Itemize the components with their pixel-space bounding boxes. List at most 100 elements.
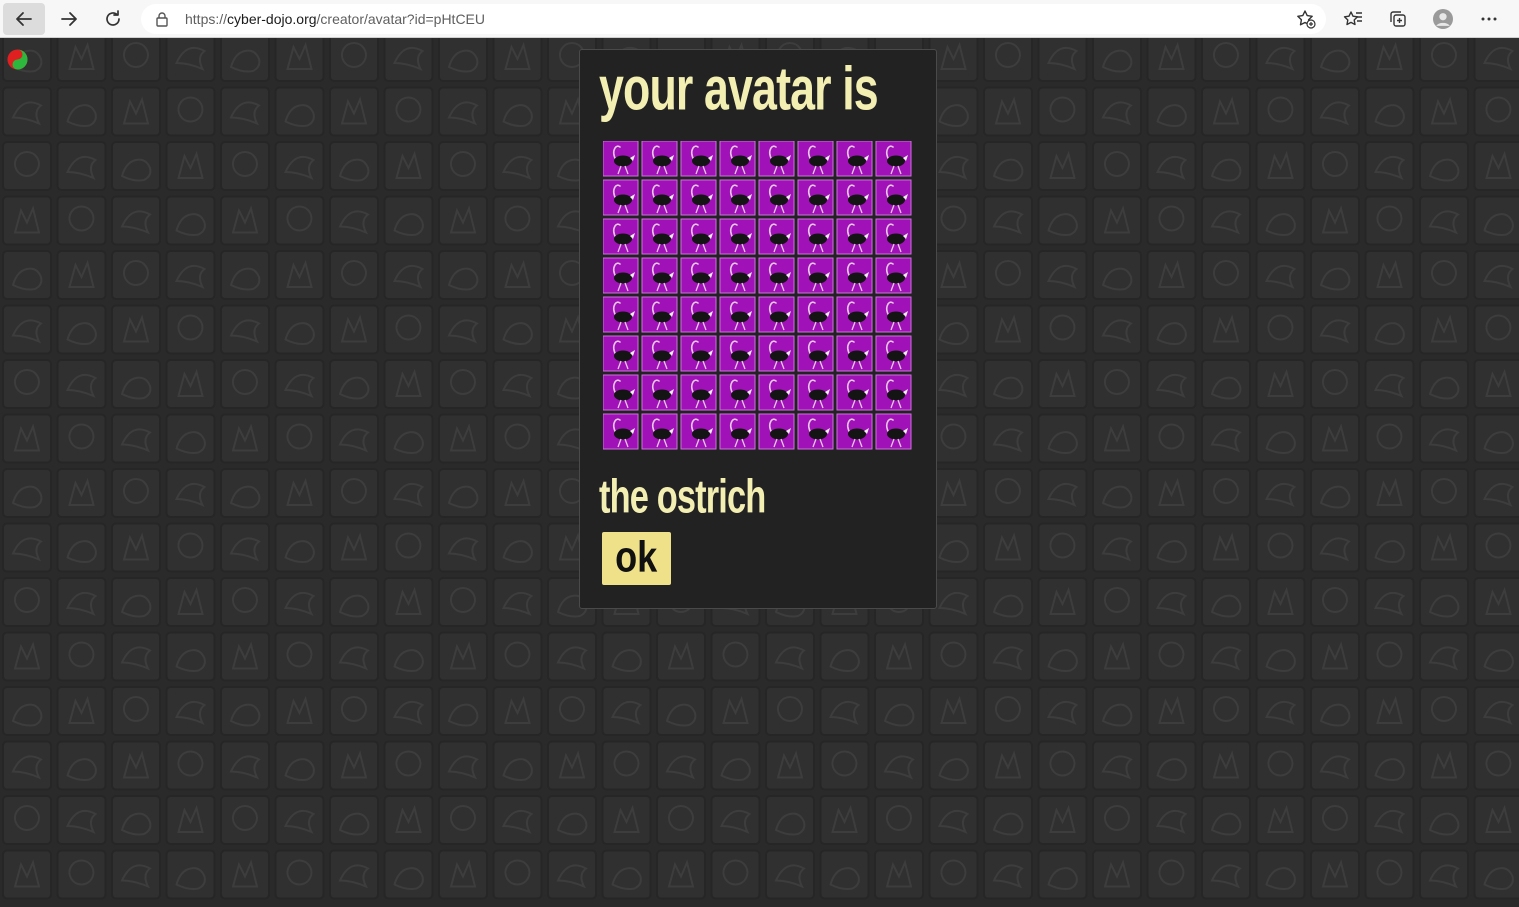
background-tile [1201,849,1251,900]
background-tile [274,359,325,409]
url-text[interactable]: https://cyber-dojo.org/creator/avatar?id… [185,11,485,27]
background-tile [1201,38,1251,82]
ostrich-avatar-icon [836,179,873,216]
background-tile [1146,413,1197,464]
collections-button[interactable] [1377,3,1419,35]
favorites-button[interactable] [1332,3,1374,35]
ostrich-avatar-icon [836,218,873,255]
background-tile [2,359,52,409]
background-tile [1255,413,1306,464]
background-tile [1310,522,1360,573]
more-icon [1481,17,1497,21]
background-tile [928,740,979,791]
background-tile [1310,250,1360,300]
back-button[interactable] [3,3,45,35]
background-tile [601,686,652,736]
background-tile [329,304,379,355]
background-tile [111,250,161,300]
background-tile [56,631,107,682]
background-tile [928,686,979,736]
address-bar[interactable]: https://cyber-dojo.org/creator/avatar?id… [141,4,1326,34]
background-tile [601,849,652,900]
background-tile [1473,86,1519,137]
background-tile [1146,359,1197,409]
background-tile [1037,740,1088,791]
ostrich-avatar-icon [680,335,717,372]
background-tile [2,250,52,300]
background-tile [1092,740,1142,791]
ostrich-avatar-icon [758,257,795,294]
background-tile [1037,38,1088,82]
page-content: your avatar is the ostrich ok [0,38,1519,907]
ostrich-avatar-icon [680,257,717,294]
background-tile [56,86,107,137]
background-tile [1037,250,1088,300]
background-tile [710,849,761,900]
ostrich-avatar-icon [875,218,912,255]
background-tile [492,141,543,191]
background-tile [1419,413,1469,464]
background-tile [765,849,815,900]
background-tile [56,795,107,845]
background-tile [1310,304,1360,355]
ostrich-avatar-icon [602,374,639,411]
background-tile [1473,740,1519,791]
background-tile [1419,468,1469,518]
forward-button[interactable] [48,3,90,35]
background-tile [1473,250,1519,300]
background-tile [1473,304,1519,355]
background-tile [874,686,924,736]
background-tile [1310,740,1360,791]
background-tile [438,522,488,573]
background-tile [274,468,325,518]
background-tile [656,686,706,736]
profile-button[interactable] [1422,3,1464,35]
background-tile [220,250,270,300]
background-tile [1364,740,1415,791]
ostrich-avatar-icon [602,335,639,372]
background-tile [656,631,706,682]
background-tile [874,740,924,791]
background-tile [492,413,543,464]
background-tile [1037,86,1088,137]
background-tile [1092,250,1142,300]
background-tile [1310,849,1360,900]
background-tile [2,413,52,464]
background-tile [438,195,488,246]
background-tile [1092,686,1142,736]
background-tile [438,86,488,137]
more-button[interactable] [1468,3,1510,35]
background-tile [928,631,979,682]
background-tile [1419,195,1469,246]
background-tile [983,686,1033,736]
background-tile [819,631,870,682]
background-tile [547,740,597,791]
background-tile [1092,631,1142,682]
background-tile [1364,141,1415,191]
background-tile [56,141,107,191]
background-tile [56,195,107,246]
background-tile [1473,413,1519,464]
background-tile [1201,740,1251,791]
ok-button[interactable]: ok [602,532,671,585]
add-favorite-icon[interactable] [1296,9,1316,29]
cyber-dojo-logo-icon[interactable] [7,49,28,70]
background-tile [220,577,270,627]
refresh-button[interactable] [92,3,134,35]
ostrich-avatar-icon [602,218,639,255]
background-tile [1201,141,1251,191]
background-tile [1310,631,1360,682]
ostrich-avatar-icon [758,296,795,333]
background-tile [274,304,325,355]
background-tile [547,795,597,845]
avatar-name: the ostrich [599,471,766,523]
background-tile [165,795,216,845]
background-tile [383,795,434,845]
background-tile [165,304,216,355]
background-tile [1419,740,1469,791]
ostrich-avatar-icon [641,218,678,255]
ostrich-avatar-icon [719,335,756,372]
background-tile [601,795,652,845]
ostrich-avatar-icon [797,335,834,372]
background-tile [1201,413,1251,464]
